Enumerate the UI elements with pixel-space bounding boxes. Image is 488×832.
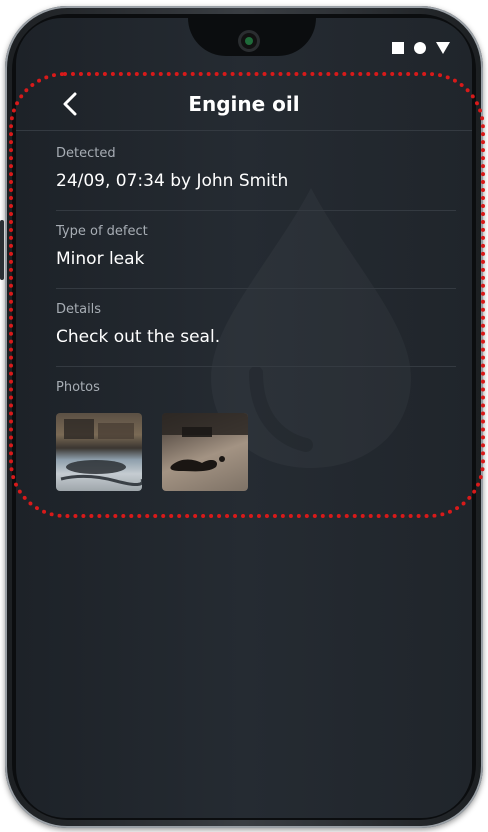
front-camera-icon	[241, 33, 257, 49]
triangle-icon	[436, 42, 450, 54]
square-icon	[392, 42, 404, 54]
volume-button	[0, 220, 4, 280]
circle-icon	[414, 42, 426, 54]
highlight-outline	[9, 72, 485, 518]
status-bar	[392, 42, 450, 54]
